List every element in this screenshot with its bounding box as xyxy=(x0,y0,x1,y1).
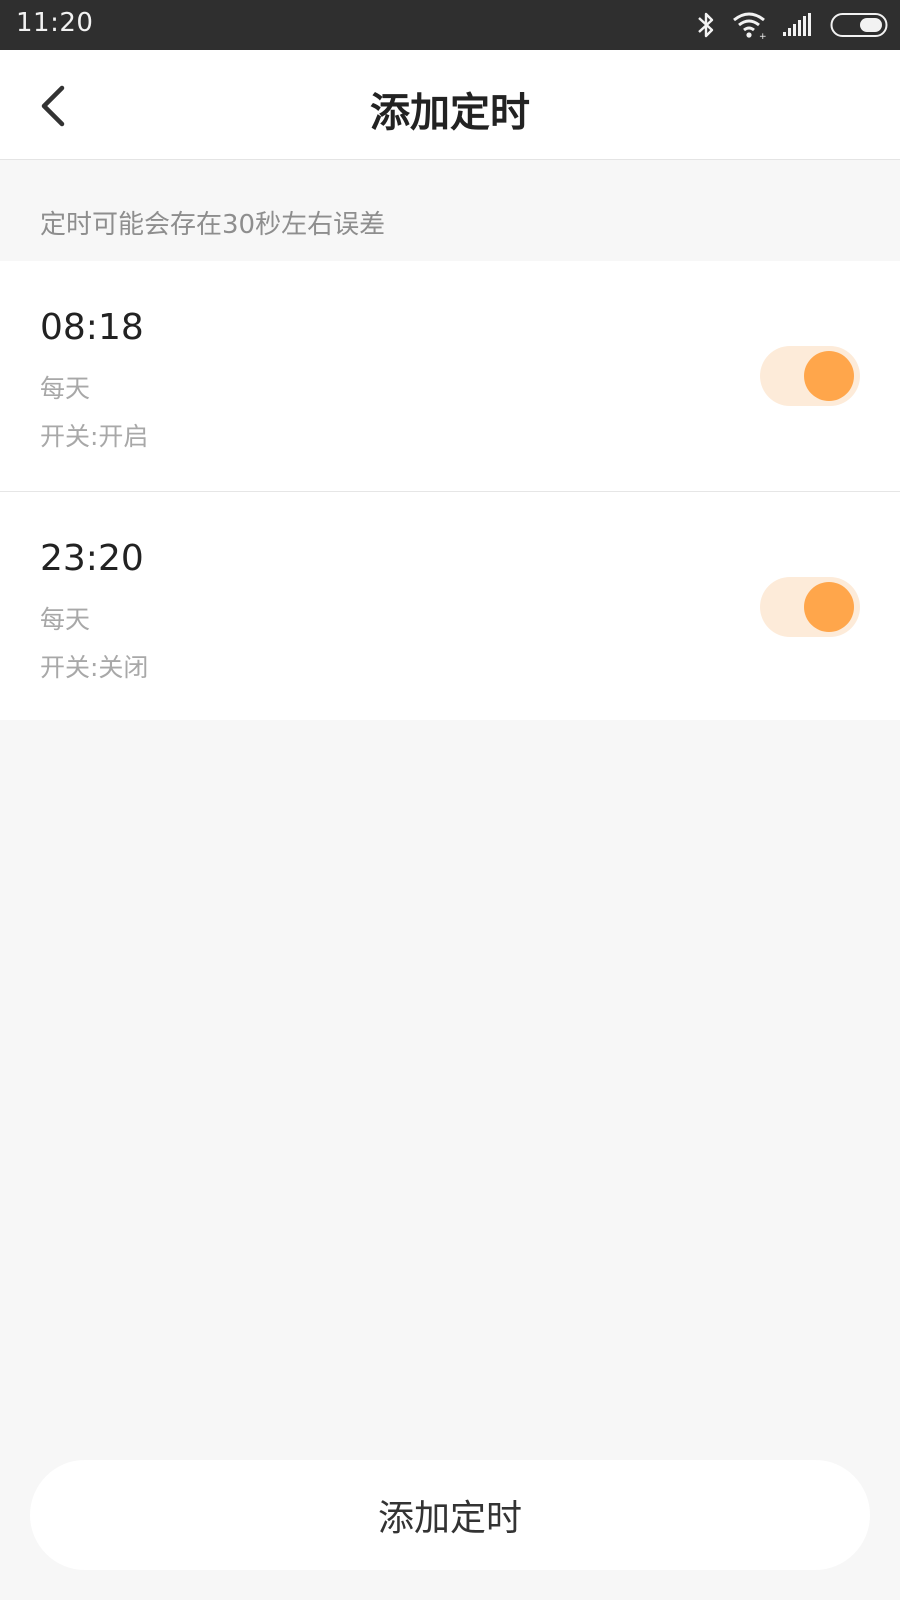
svg-text:+: + xyxy=(759,32,766,39)
timer-time: 23:20 xyxy=(40,538,144,579)
add-timer-button[interactable]: 添加定时 xyxy=(30,1460,870,1570)
timer-action: 开关:开启 xyxy=(40,422,149,451)
timer-action: 开关:关闭 xyxy=(40,653,149,682)
timer-list: 08:18 每天 开关:开启 23:20 每天 开关:关闭 xyxy=(0,261,900,720)
timer-time: 08:18 xyxy=(40,307,144,348)
status-icons: + xyxy=(696,10,890,40)
battery-icon xyxy=(830,12,890,38)
timer-toggle[interactable] xyxy=(760,577,860,637)
timer-item[interactable]: 08:18 每天 开关:开启 xyxy=(0,261,900,491)
wifi-icon: + xyxy=(732,11,766,39)
toggle-knob xyxy=(804,582,854,632)
page-title: 添加定时 xyxy=(370,90,530,136)
bluetooth-icon xyxy=(696,11,716,39)
timer-item[interactable]: 23:20 每天 开关:关闭 xyxy=(0,491,900,720)
hint-text: 定时可能会存在30秒左右误差 xyxy=(40,210,386,240)
header-bar: 添加定时 xyxy=(0,50,900,160)
status-bar: 11:20 + xyxy=(0,0,900,50)
signal-icon xyxy=(782,13,814,37)
timer-repeat: 每天 xyxy=(40,374,91,403)
timer-repeat: 每天 xyxy=(40,605,91,634)
timer-toggle[interactable] xyxy=(760,346,860,406)
toggle-knob xyxy=(804,351,854,401)
status-time: 11:20 xyxy=(16,8,94,38)
